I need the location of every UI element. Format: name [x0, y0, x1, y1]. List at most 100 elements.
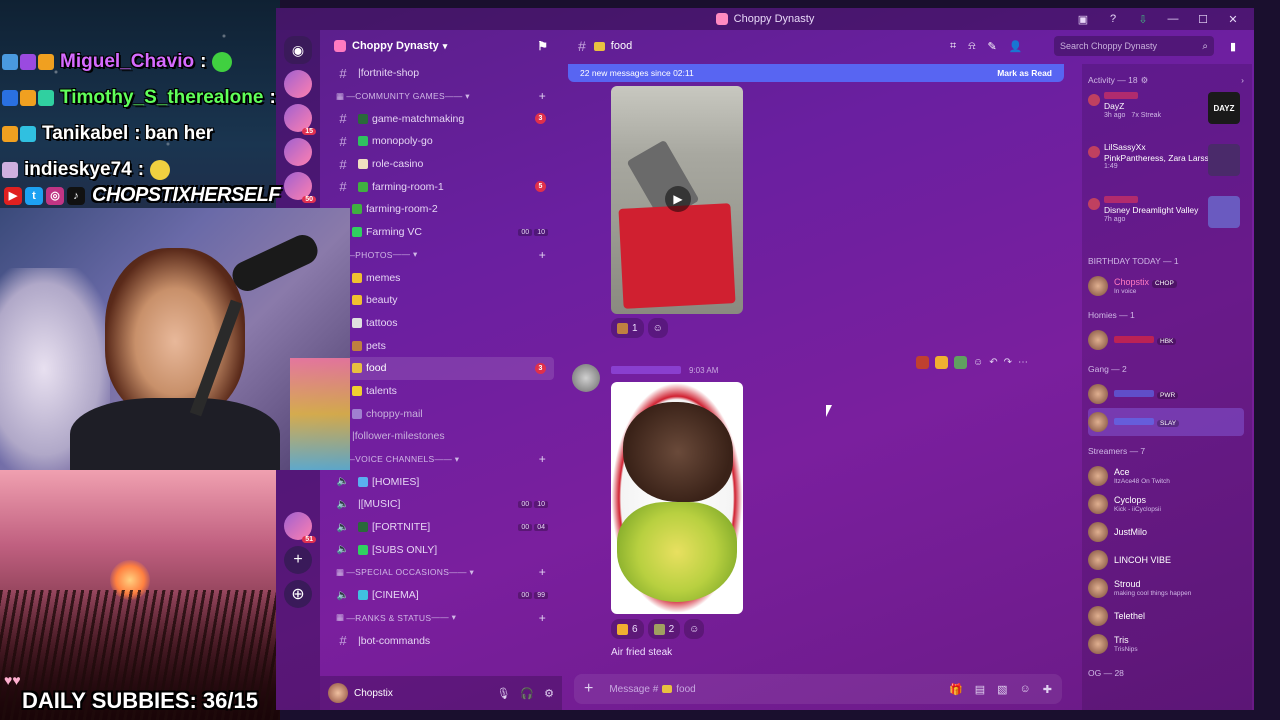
member-item[interactable]: Chopstix CHOP In voice: [1088, 272, 1244, 300]
help-icon[interactable]: ?: [1098, 13, 1128, 25]
settings-gear-icon[interactable]: ⚙: [544, 687, 554, 700]
channel-item-beauty[interactable]: beauty: [334, 289, 554, 312]
reaction-emoji-icon[interactable]: [916, 355, 929, 369]
channel-item--homies-[interactable]: 🔈 [HOMIES]: [334, 470, 554, 493]
channel-item--fortnite-[interactable]: 🔈 [FORTNITE] 00 04: [334, 516, 554, 539]
channel-category[interactable]: ▦ — COMMUNITY GAMES —— ▾ +: [334, 85, 554, 108]
reaction-emoji-icon[interactable]: [935, 355, 948, 369]
video-attachment[interactable]: ▶: [611, 86, 743, 314]
add-reaction-icon[interactable]: ☺: [973, 357, 983, 368]
explore-servers-icon[interactable]: ⊕: [284, 580, 312, 608]
activity-header[interactable]: Activity — 18 ⚙ ›: [1088, 70, 1244, 90]
member-list-icon[interactable]: 👤: [1009, 40, 1023, 53]
gif-icon[interactable]: ▤: [975, 683, 985, 696]
avatar[interactable]: [328, 683, 348, 703]
channel-item-talents[interactable]: talents: [334, 380, 554, 403]
server-icon-2[interactable]: 15: [284, 104, 316, 135]
channel-item--music-[interactable]: 🔈 | [MUSIC] 00 10: [334, 493, 554, 516]
channel-item-farming-room-1[interactable]: # farming-room-1 5: [334, 175, 554, 198]
channel-item-choppy-mail[interactable]: choppy-mail: [334, 402, 554, 425]
channel-item-tattoos[interactable]: tattoos: [334, 312, 554, 335]
channel-item-farming-room-2[interactable]: farming-room-2: [334, 198, 554, 221]
create-channel-icon[interactable]: +: [539, 611, 546, 625]
reaction[interactable]: 6: [611, 619, 644, 639]
microphone-icon[interactable]: 🎙: [496, 687, 510, 700]
channel-item--cinema-[interactable]: 🔈 [CINEMA] 00 99: [334, 584, 554, 607]
pinned-icon[interactable]: ✎: [988, 40, 997, 53]
reply-icon[interactable]: ↶: [989, 357, 997, 368]
inbox-icon[interactable]: ▣: [1068, 13, 1098, 26]
sticker-icon[interactable]: ▧: [997, 683, 1007, 696]
download-icon[interactable]: ⇩: [1128, 13, 1158, 26]
channel-item-farming-vc[interactable]: Farming VC 00 10: [334, 221, 554, 244]
member-item[interactable]: Stroud making cool things happen: [1088, 574, 1244, 602]
message-text: Air fried steak: [611, 647, 673, 658]
member-item[interactable]: Cyclops Kick - iiCyclopsii: [1088, 490, 1244, 518]
channel-item-follower-milestones[interactable]: | follower-milestones: [334, 425, 554, 448]
message-author[interactable]: [611, 366, 681, 374]
channel-item-fortnite-shop[interactable]: # | fortnite-shop: [334, 62, 554, 85]
add-reaction-button[interactable]: ☺: [684, 619, 705, 639]
channel-item-pets[interactable]: pets: [334, 334, 554, 357]
channel-category[interactable]: ▦ — RANKS & STATUS —— ▾ +: [334, 607, 554, 630]
gift-icon[interactable]: 🎁: [949, 683, 963, 696]
search-input[interactable]: Search Choppy Dynasty ⌕: [1054, 36, 1214, 56]
create-channel-icon[interactable]: +: [539, 89, 546, 103]
member-item[interactable]: LINCOH VIBE: [1088, 546, 1244, 574]
server-icon-5[interactable]: 51: [284, 512, 316, 543]
member-item[interactable]: Ace ItzAce48 On Twitch: [1088, 462, 1244, 490]
add-server-icon[interactable]: +: [284, 546, 312, 574]
server-icon-4[interactable]: 50: [284, 172, 316, 203]
member-item[interactable]: HBK: [1088, 326, 1244, 354]
maximize-button[interactable]: ☐: [1188, 13, 1218, 26]
threads-icon[interactable]: ⌗: [950, 40, 956, 53]
notifications-icon[interactable]: ⍾: [968, 40, 975, 53]
activity-card[interactable]: DayZ 3h ago 7x Streak DAYZ: [1088, 90, 1244, 142]
member-item[interactable]: PWR: [1088, 380, 1244, 408]
play-icon[interactable]: ▶: [665, 186, 691, 212]
new-messages-bar[interactable]: 22 new messages since 02:11 Mark as Read: [568, 64, 1064, 82]
channel-item-monopoly-go[interactable]: # monopoly-go: [334, 130, 554, 153]
channel-category[interactable]: ▦ — VOICE CHANNELS —— ▾+: [334, 448, 554, 471]
reaction[interactable]: 2: [647, 619, 681, 639]
attach-plus-icon[interactable]: +: [584, 680, 593, 698]
server-icon-1[interactable]: [284, 70, 312, 98]
channel-item-memes[interactable]: memes: [334, 266, 554, 289]
channel-item-game-matchmaking[interactable]: # game-matchmaking 3: [334, 107, 554, 130]
discord-home-icon[interactable]: ◉: [284, 36, 312, 64]
headphones-icon[interactable]: 🎧: [520, 687, 534, 700]
emoji-icon[interactable]: ☺: [1020, 683, 1031, 696]
forward-icon[interactable]: ↷: [1004, 357, 1012, 368]
invite-people-icon[interactable]: ⚑: [537, 39, 548, 53]
mark-as-read-button[interactable]: Mark as Read: [997, 68, 1052, 78]
avatar[interactable]: [572, 364, 600, 392]
create-channel-icon[interactable]: +: [539, 452, 546, 466]
close-button[interactable]: ✕: [1218, 13, 1248, 26]
more-icon[interactable]: ⋯: [1018, 357, 1028, 368]
channel-item-bot-commands[interactable]: # | bot-commands: [334, 629, 554, 652]
reaction[interactable]: 1: [611, 318, 644, 338]
channel-category[interactable]: ▦ — PHOTOS —— ▾+: [334, 244, 554, 267]
activity-card[interactable]: Disney Dreamlight Valley 7h ago: [1088, 194, 1244, 246]
member-item[interactable]: Telethel: [1088, 602, 1244, 630]
member-item[interactable]: SLAY: [1088, 408, 1244, 436]
channel-category[interactable]: ▦ — SPECIAL OCCASIONS —— ▾ +: [334, 561, 554, 584]
add-reaction-button[interactable]: ☺: [647, 318, 668, 338]
reaction-emoji-icon[interactable]: [954, 355, 967, 369]
message-composer[interactable]: + Message # food 🎁 ▤ ▧ ☺ ✚: [574, 674, 1062, 704]
hash-icon: #: [339, 156, 347, 172]
channel-item--subs-only-[interactable]: 🔈 [SUBS ONLY]: [334, 538, 554, 561]
create-channel-icon[interactable]: +: [539, 565, 546, 579]
bookmark-icon[interactable]: ▮: [1230, 40, 1236, 53]
create-channel-icon[interactable]: +: [539, 248, 546, 262]
member-item[interactable]: Tris TrisNips: [1088, 630, 1244, 658]
server-icon-3[interactable]: [284, 138, 312, 166]
member-item[interactable]: JustMilo: [1088, 518, 1244, 546]
channel-item-role-casino[interactable]: # role-casino: [334, 153, 554, 176]
image-attachment[interactable]: [611, 382, 743, 614]
channel-item-food[interactable]: food 3: [334, 356, 554, 380]
activity-card[interactable]: LilSassyXx PinkPantheress, Zara Larss... 1…: [1088, 142, 1244, 194]
apps-icon[interactable]: ✚: [1043, 683, 1052, 696]
server-header[interactable]: Choppy Dynasty ▾ ⚑: [320, 30, 562, 62]
minimize-button[interactable]: —: [1158, 13, 1188, 25]
